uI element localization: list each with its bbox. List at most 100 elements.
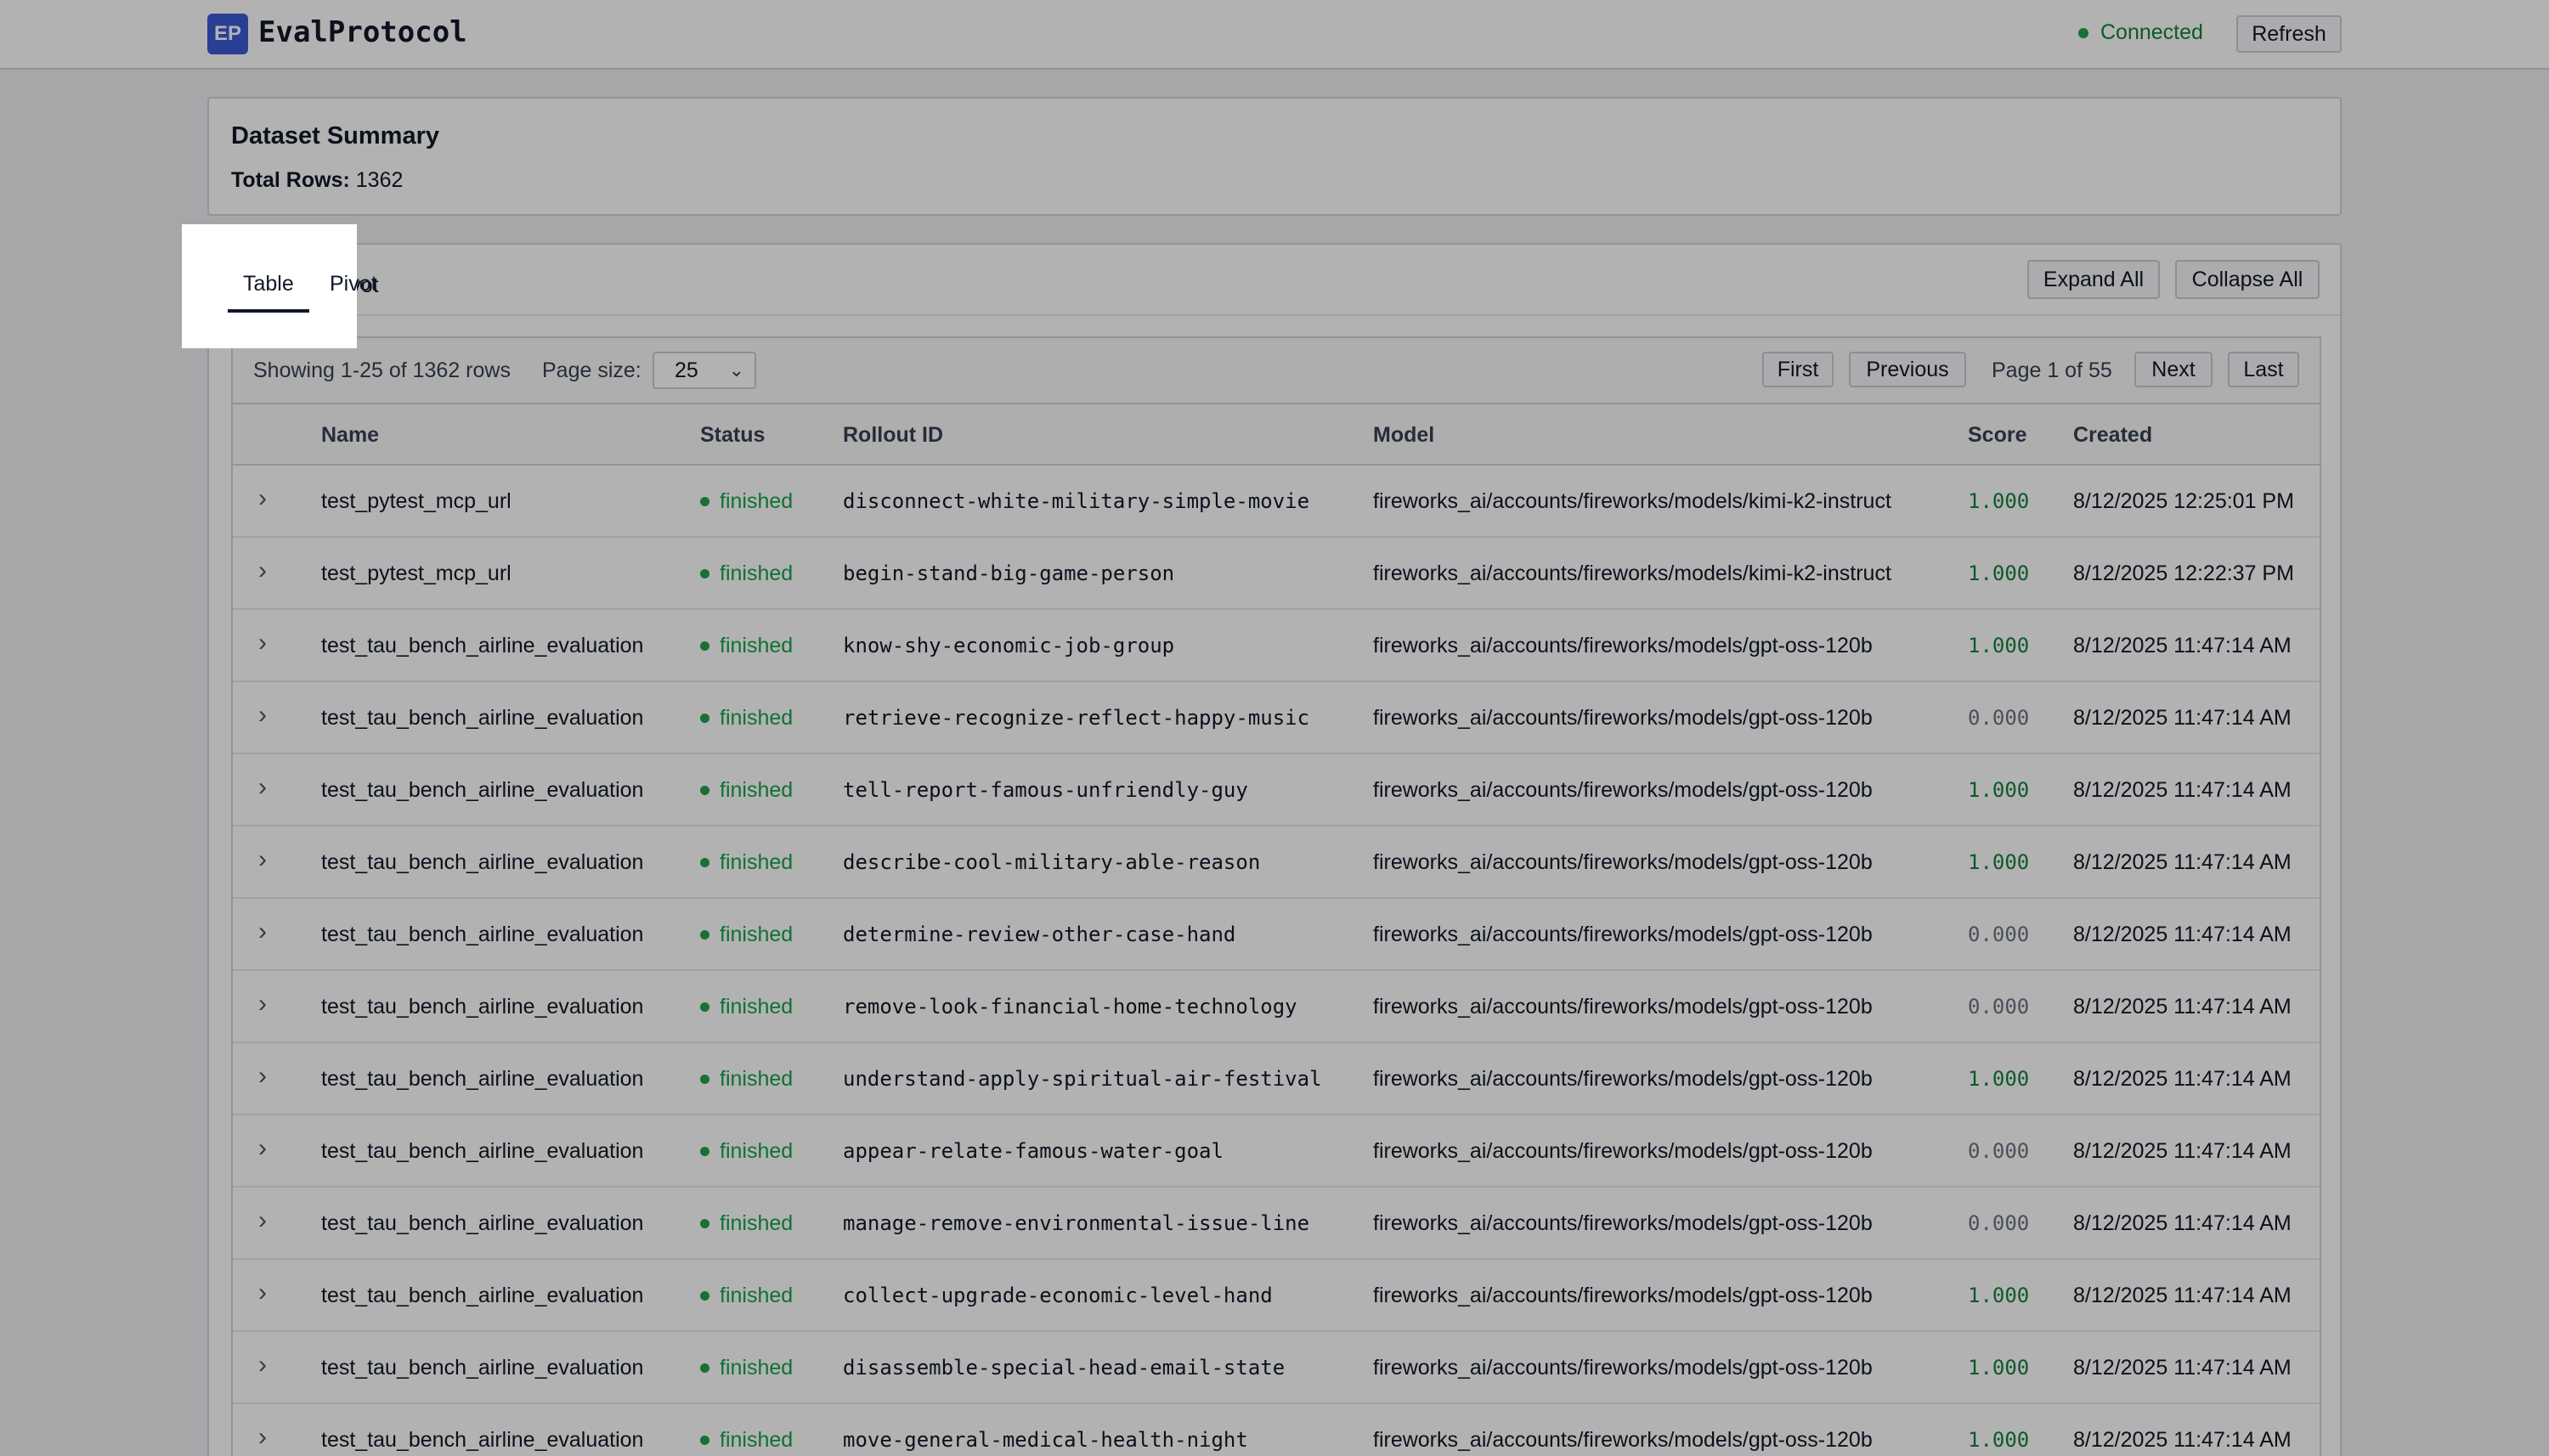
cell-model: fireworks_ai/accounts/fireworks/models/g… [1373, 778, 1873, 802]
table-row[interactable]: › test_tau_bench_airline_evaluation finish… [233, 1332, 2320, 1404]
column-header-score[interactable]: Score [1968, 423, 2026, 448]
app-title: EvalProtocol [258, 15, 467, 49]
chevron-right-icon[interactable]: › [258, 845, 267, 874]
status-text: finished [720, 850, 794, 874]
cell-rollout-id: remove-look-financial-home-technology [843, 995, 1297, 1019]
table-row[interactable]: › test_tau_bench_airline_evaluation finish… [233, 971, 2320, 1043]
connection-status: Connected [2078, 20, 2203, 45]
table-row[interactable]: › test_tau_bench_airline_evaluation finish… [233, 682, 2320, 754]
status-dot-icon [700, 497, 709, 506]
chevron-right-icon[interactable]: › [258, 917, 267, 946]
page-size-select[interactable]: 25 ⌄ [653, 352, 756, 389]
chevron-right-icon[interactable]: › [258, 1278, 267, 1307]
page-info: Page 1 of 55 [1992, 358, 2112, 382]
chevron-right-icon[interactable]: › [258, 990, 267, 1019]
chevron-right-icon[interactable]: › [258, 629, 267, 657]
table-header: Name Status Rollout ID Model Score Creat… [233, 404, 2320, 466]
connection-status-text: Connected [2100, 20, 2203, 44]
cell-created: 8/12/2025 11:47:14 AM [2073, 850, 2292, 874]
cell-model: fireworks_ai/accounts/fireworks/models/k… [1373, 489, 1891, 513]
table-row[interactable]: › test_tau_bench_airline_evaluation finish… [233, 1260, 2320, 1332]
cell-status: finished [700, 1284, 793, 1308]
total-rows-label: Total Rows: [231, 168, 350, 192]
table-row[interactable]: › test_tau_bench_airline_evaluation finish… [233, 1115, 2320, 1188]
refresh-button[interactable]: Refresh [2236, 15, 2342, 53]
cell-rollout-id: retrieve-recognize-reflect-happy-music [843, 706, 1310, 730]
status-dot-icon [700, 1147, 709, 1156]
first-page-button[interactable]: First [1762, 352, 1834, 387]
table-row[interactable]: › test_pytest_mcp_url finished begin-stand-… [233, 538, 2320, 610]
cell-created: 8/12/2025 11:47:14 AM [2073, 1284, 2292, 1307]
cell-rollout-id: collect-upgrade-economic-level-hand [843, 1284, 1273, 1307]
chevron-right-icon[interactable]: › [258, 773, 267, 802]
table-row[interactable]: › test_tau_bench_airline_evaluation finish… [233, 754, 2320, 827]
cell-model: fireworks_ai/accounts/fireworks/models/g… [1373, 634, 1873, 657]
table-row[interactable]: › test_tau_bench_airline_evaluation finish… [233, 1404, 2320, 1456]
column-header-status[interactable]: Status [700, 423, 765, 448]
cell-status: finished [700, 1139, 793, 1164]
column-header-model[interactable]: Model [1373, 423, 1434, 448]
tab-spotlight: Table Pivot [182, 224, 377, 348]
status-dot-icon [700, 1363, 709, 1373]
cell-model: fireworks_ai/accounts/fireworks/models/g… [1373, 706, 1873, 730]
cell-name: test_tau_bench_airline_evaluation [321, 850, 644, 874]
column-header-rollout-id[interactable]: Rollout ID [843, 423, 943, 448]
table-row[interactable]: › test_tau_bench_airline_evaluation finish… [233, 1188, 2320, 1260]
chevron-right-icon[interactable]: › [258, 701, 267, 730]
cell-status: finished [700, 634, 793, 658]
cell-name: test_tau_bench_airline_evaluation [321, 1139, 644, 1163]
cell-status: finished [700, 1428, 793, 1453]
cell-status: finished [700, 778, 793, 803]
summary-title: Dataset Summary [231, 122, 439, 150]
cell-score: 0.000 [1968, 995, 2030, 1019]
cell-model: fireworks_ai/accounts/fireworks/models/g… [1373, 1067, 1873, 1091]
cell-rollout-id: disassemble-special-head-email-state [843, 1356, 1286, 1380]
column-header-name[interactable]: Name [321, 423, 379, 448]
cell-model: fireworks_ai/accounts/fireworks/models/g… [1373, 1356, 1873, 1380]
table-row[interactable]: › test_tau_bench_airline_evaluation finish… [233, 899, 2320, 971]
tab-pivot-highlighted[interactable]: Pivot [330, 272, 377, 296]
collapse-all-button[interactable]: Collapse All [2175, 260, 2320, 299]
column-header-created[interactable]: Created [2073, 423, 2152, 448]
cell-model: fireworks_ai/accounts/fireworks/models/g… [1373, 923, 1873, 946]
cell-created: 8/12/2025 11:47:14 AM [2073, 1211, 2292, 1235]
status-dot-icon [700, 930, 709, 940]
pagination-bar: Showing 1-25 of 1362 rows Page size: 25 … [233, 338, 2320, 404]
total-rows-value: 1362 [355, 168, 404, 192]
cell-created: 8/12/2025 11:47:14 AM [2073, 778, 2292, 802]
cell-model: fireworks_ai/accounts/fireworks/models/k… [1373, 562, 1891, 585]
previous-page-button[interactable]: Previous [1849, 352, 1966, 387]
app-logo: EP [207, 14, 248, 54]
chevron-right-icon[interactable]: › [258, 1062, 267, 1091]
cell-score: 1.000 [1968, 778, 2030, 802]
cell-rollout-id: understand-apply-spiritual-air-festival [843, 1067, 1322, 1091]
expand-all-button[interactable]: Expand All [2027, 260, 2160, 299]
status-dot-icon [700, 1436, 709, 1445]
chevron-right-icon[interactable]: › [258, 484, 267, 513]
top-bar: EP EvalProtocol Connected Refresh [0, 0, 2549, 70]
last-page-button[interactable]: Last [2228, 352, 2299, 387]
table-row[interactable]: › test_tau_bench_airline_evaluation finish… [233, 827, 2320, 899]
cell-name: test_tau_bench_airline_evaluation [321, 1284, 644, 1307]
chevron-right-icon[interactable]: › [258, 1206, 267, 1235]
cell-status: finished [700, 562, 793, 586]
table-row[interactable]: › test_tau_bench_airline_evaluation finish… [233, 1043, 2320, 1115]
chevron-right-icon[interactable]: › [258, 1423, 267, 1452]
page-size-value: 25 [675, 358, 698, 382]
chevron-right-icon[interactable]: › [258, 1134, 267, 1163]
cell-rollout-id: appear-relate-famous-water-goal [843, 1139, 1224, 1163]
status-text: finished [720, 778, 794, 802]
cell-rollout-id: tell-report-famous-unfriendly-guy [843, 778, 1248, 802]
cell-name: test_tau_bench_airline_evaluation [321, 1428, 644, 1452]
cell-rollout-id: manage-remove-environmental-issue-line [843, 1211, 1310, 1235]
table-row[interactable]: › test_tau_bench_airline_evaluation finish… [233, 610, 2320, 682]
chevron-right-icon[interactable]: › [258, 1351, 267, 1380]
table-row[interactable]: › test_pytest_mcp_url finished disconnect-w… [233, 466, 2320, 538]
cell-name: test_tau_bench_airline_evaluation [321, 634, 644, 657]
next-page-button[interactable]: Next [2134, 352, 2213, 387]
cell-score: 1.000 [1968, 1284, 2030, 1307]
cell-created: 8/12/2025 11:47:14 AM [2073, 706, 2292, 730]
cell-score: 0.000 [1968, 1211, 2030, 1235]
chevron-right-icon[interactable]: › [258, 556, 267, 585]
tab-table-highlighted[interactable]: Table [243, 272, 294, 296]
